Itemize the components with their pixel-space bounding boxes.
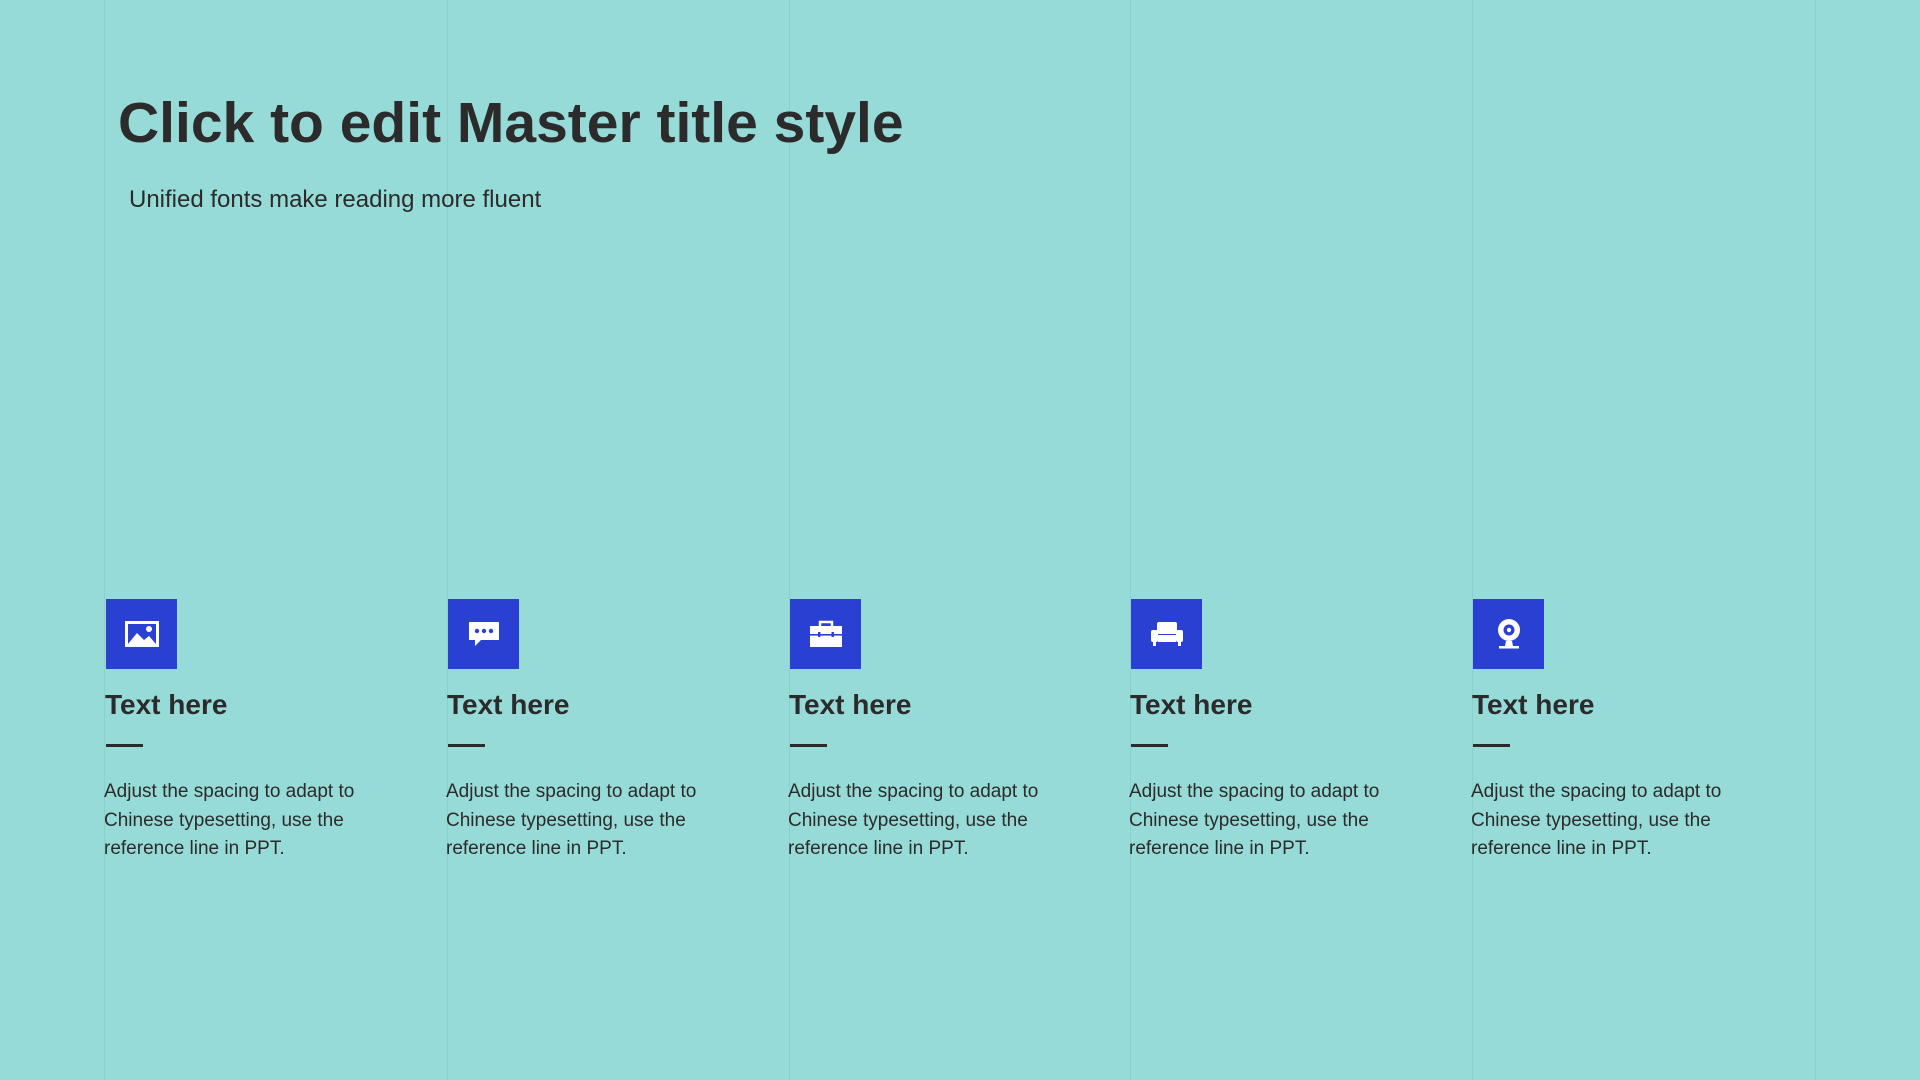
slide-title[interactable]: Click to edit Master title style	[118, 88, 904, 158]
guide-line	[447, 0, 448, 1080]
guide-line	[104, 0, 105, 1080]
feature-title[interactable]: Text here	[789, 688, 911, 722]
feature-description[interactable]: Adjust the spacing to adapt to Chinese t…	[446, 778, 736, 864]
chat-bubble-icon	[468, 622, 499, 646]
feature-divider	[790, 744, 827, 747]
feature-description[interactable]: Adjust the spacing to adapt to Chinese t…	[788, 778, 1078, 864]
briefcase-icon	[809, 620, 842, 647]
slide-subtitle[interactable]: Unified fonts make reading more fluent	[129, 185, 541, 215]
guide-line	[789, 0, 790, 1080]
armchair-icon	[1150, 622, 1183, 646]
feature-divider	[1131, 744, 1168, 747]
feature-description[interactable]: Adjust the spacing to adapt to Chinese t…	[1129, 778, 1419, 864]
feature-description[interactable]: Adjust the spacing to adapt to Chinese t…	[1471, 778, 1761, 864]
feature-divider	[106, 744, 143, 747]
briefcase-icon-box	[790, 599, 861, 669]
feature-description[interactable]: Adjust the spacing to adapt to Chinese t…	[104, 778, 394, 864]
feature-title[interactable]: Text here	[105, 688, 227, 722]
reference-guides	[0, 0, 1920, 1080]
image-icon	[124, 621, 159, 647]
chat-bubble-icon-box	[448, 599, 519, 669]
feature-title[interactable]: Text here	[447, 688, 569, 722]
feature-title[interactable]: Text here	[1130, 688, 1252, 722]
webcam-icon-box	[1473, 599, 1544, 669]
image-icon-box	[106, 599, 177, 669]
webcam-icon	[1497, 619, 1520, 649]
feature-divider	[448, 744, 485, 747]
guide-line	[1472, 0, 1473, 1080]
guide-line	[1130, 0, 1131, 1080]
feature-divider	[1473, 744, 1510, 747]
armchair-icon-box	[1131, 599, 1202, 669]
guide-line	[1815, 0, 1816, 1080]
feature-title[interactable]: Text here	[1472, 688, 1594, 722]
